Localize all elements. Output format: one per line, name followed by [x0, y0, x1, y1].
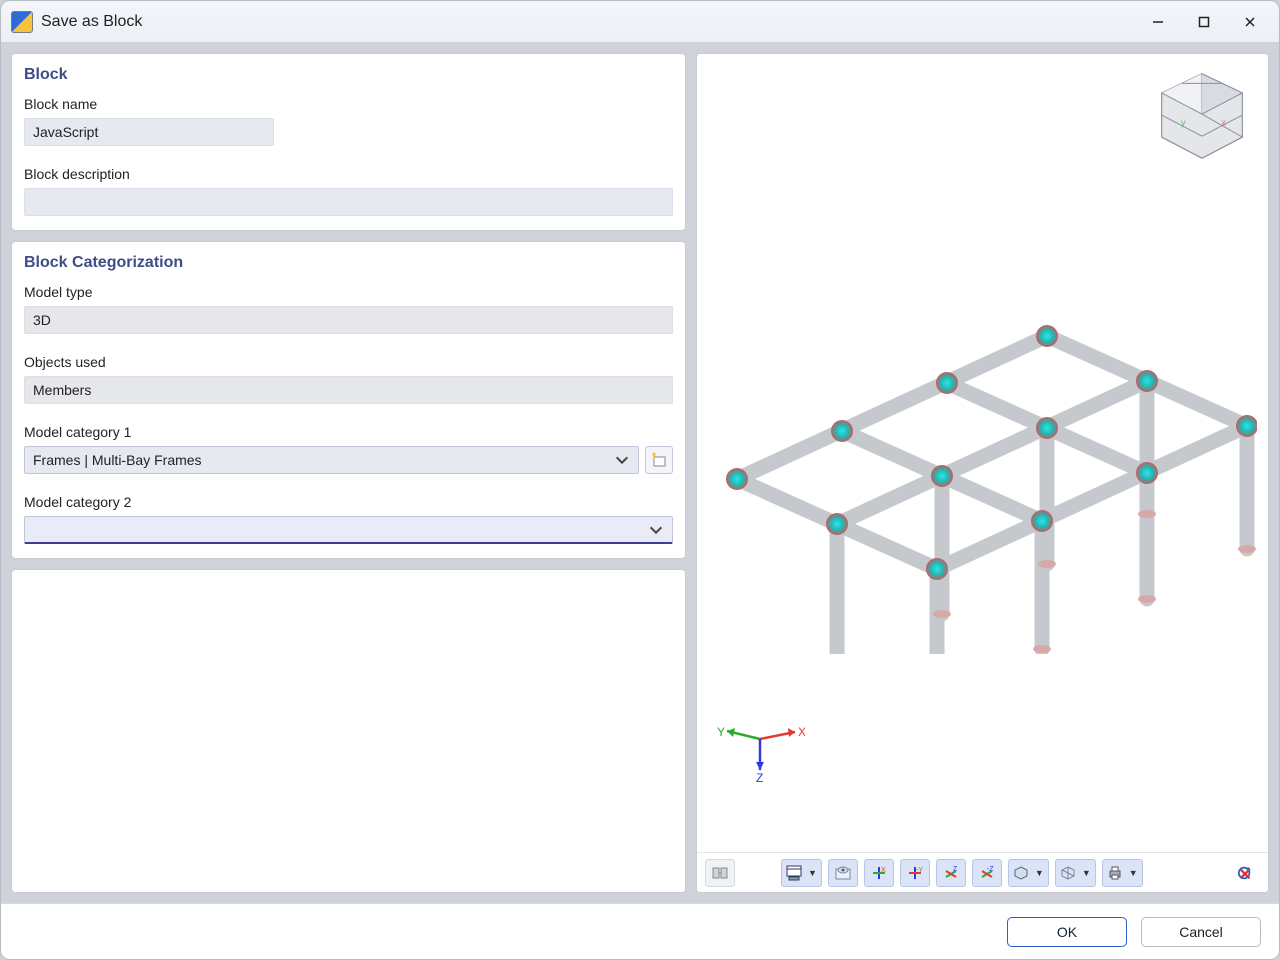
preview-canvas[interactable]: x y [697, 54, 1268, 852]
print-button[interactable]: ▼ [1102, 859, 1143, 887]
display-options-button[interactable]: ▼ [781, 859, 822, 887]
section-title-categorization: Block Categorization [24, 254, 673, 272]
titlebar: Save as Block [1, 1, 1279, 43]
model-cat-2-combo[interactable] [24, 516, 673, 544]
view-plus-z-button[interactable]: Z [936, 859, 966, 887]
close-button[interactable] [1227, 7, 1273, 37]
block-description-input[interactable] [24, 188, 673, 216]
svg-text:X: X [798, 725, 805, 739]
model-type-field: 3D [24, 306, 673, 334]
structure-illustration [697, 94, 1257, 654]
view-plus-x-button[interactable]: X [864, 859, 894, 887]
svg-text:-Y: -Y [916, 867, 923, 874]
svg-text:Y: Y [717, 725, 725, 739]
view-minus-z-button[interactable]: -Z [972, 859, 1002, 887]
block-panel: Block Block name JavaScript Block descri… [11, 53, 686, 231]
label-block-description: Block description [24, 166, 673, 182]
preview-toolbar: ▼ X -Y Z -Z [697, 852, 1268, 892]
model-cat-1-combo[interactable]: Frames | Multi-Bay Frames [24, 446, 639, 474]
dialog-footer: OK Cancel [1, 903, 1279, 959]
isometric-view-button[interactable]: ▼ [1008, 859, 1049, 887]
label-objects-used: Objects used [24, 354, 673, 370]
preview-panel: x y [696, 53, 1269, 893]
view-minus-y-button[interactable]: -Y [900, 859, 930, 887]
dialog-window: Save as Block Block Block name JavaScrip… [0, 0, 1280, 960]
svg-text:-Z: -Z [987, 866, 994, 873]
block-name-input[interactable]: JavaScript [24, 118, 274, 146]
bottom-empty-panel [11, 569, 686, 893]
categorization-panel: Block Categorization Model type 3D Objec… [11, 241, 686, 559]
chevron-down-icon [648, 522, 664, 538]
svg-text:Z: Z [756, 771, 763, 784]
model-cat-1-value: Frames | Multi-Bay Frames [33, 452, 202, 468]
reset-view-button[interactable] [1230, 859, 1260, 887]
transfer-view-button[interactable] [705, 859, 735, 887]
cancel-button[interactable]: Cancel [1141, 917, 1261, 947]
label-model-type: Model type [24, 284, 673, 300]
label-model-cat-1: Model category 1 [24, 424, 673, 440]
objects-used-field: Members [24, 376, 673, 404]
maximize-button[interactable] [1181, 7, 1227, 37]
app-icon [11, 11, 33, 33]
window-title: Save as Block [41, 13, 142, 31]
svg-text:X: X [881, 867, 886, 874]
label-model-cat-2: Model category 2 [24, 494, 673, 510]
visibility-button[interactable] [828, 859, 858, 887]
new-category-button[interactable] [645, 446, 673, 474]
label-block-name: Block name [24, 96, 673, 112]
section-title-block: Block [24, 66, 673, 84]
minimize-button[interactable] [1135, 7, 1181, 37]
render-mode-button[interactable]: ▼ [1055, 859, 1096, 887]
svg-text:Z: Z [953, 866, 958, 873]
chevron-down-icon [614, 452, 630, 468]
axis-gizmo: X Y Z [715, 714, 805, 784]
ok-button[interactable]: OK [1007, 917, 1127, 947]
